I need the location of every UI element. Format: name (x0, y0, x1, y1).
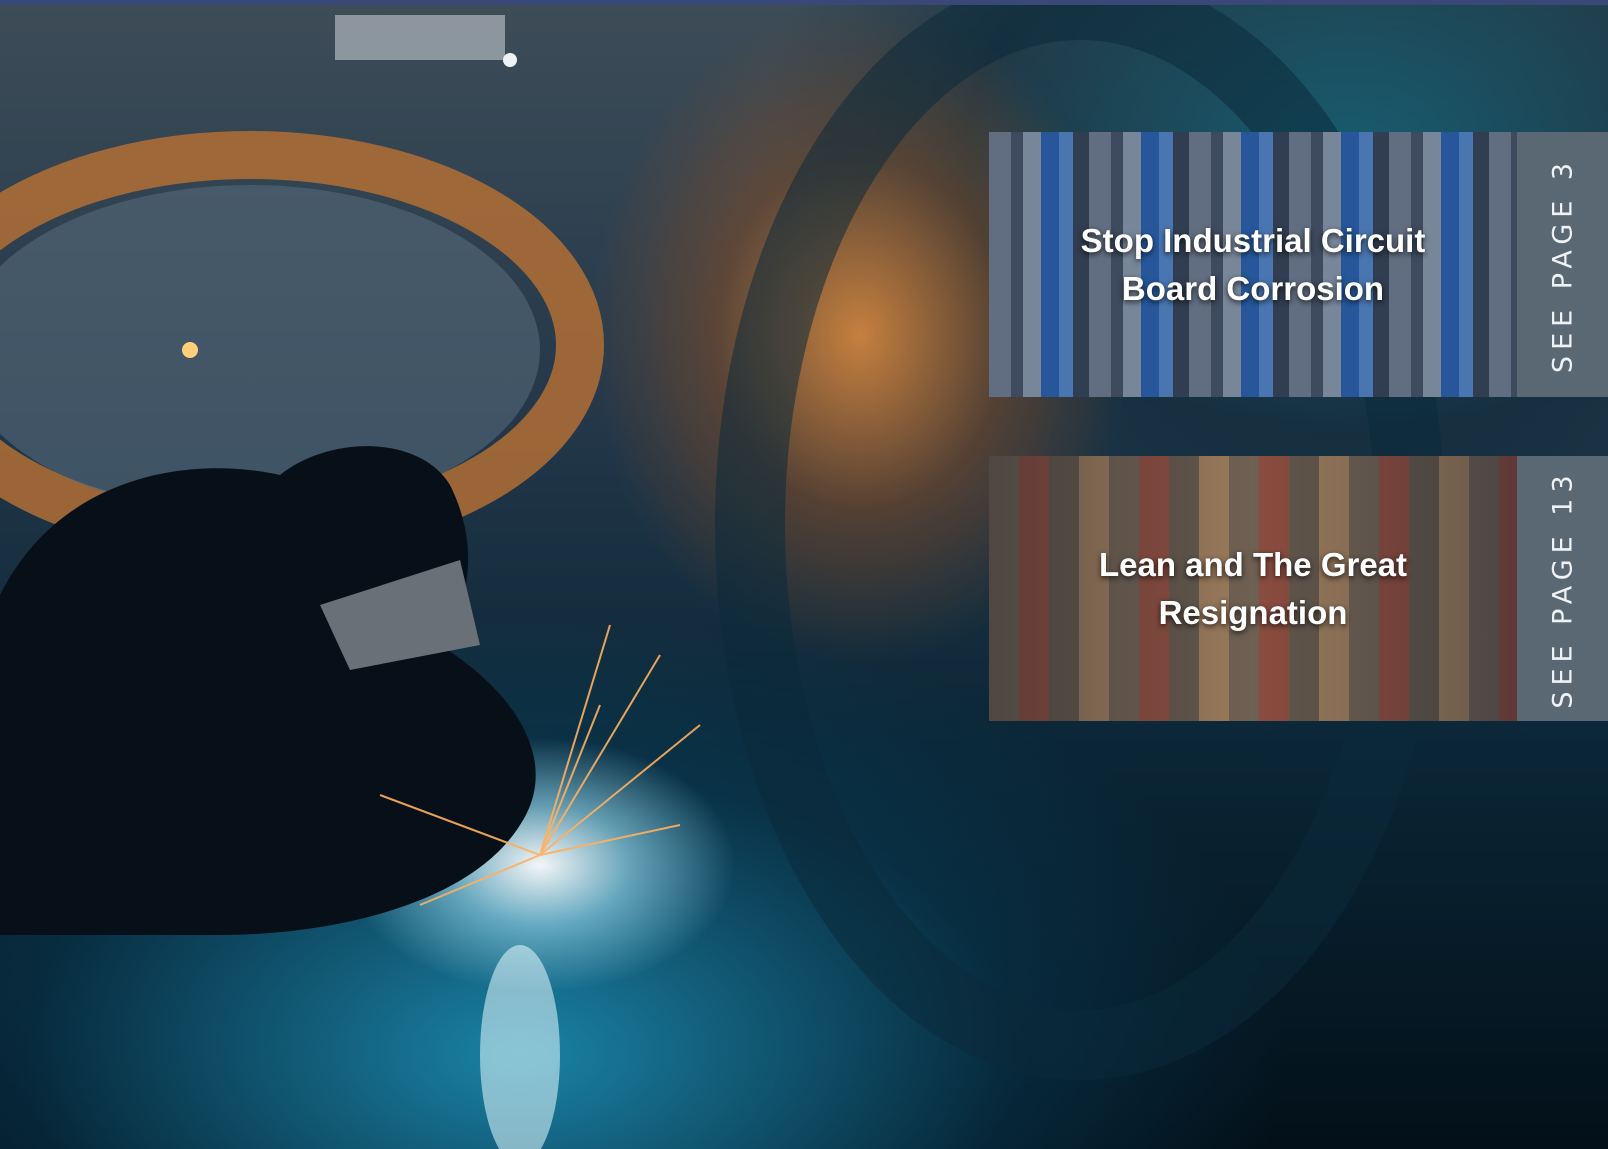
feature-circuit-board-corrosion[interactable]: Stop Industrial Circuit Board Corrosion (989, 132, 1517, 397)
feature-title: Lean and The Great Resignation (1098, 545, 1408, 631)
feature-title: Stop Industrial Circuit Board Corrosion (1080, 221, 1426, 307)
top-accent-bar (0, 0, 1608, 5)
page-reference-label: SEE PAGE 3 (1547, 156, 1578, 373)
page-reference-tab[interactable]: SEE PAGE 3 (1517, 132, 1608, 397)
feature-great-resignation[interactable]: Lean and The Great Resignation (989, 456, 1517, 721)
page-reference-label: SEE PAGE 13 (1547, 468, 1578, 709)
page-reference-tab[interactable]: SEE PAGE 13 (1517, 456, 1608, 721)
